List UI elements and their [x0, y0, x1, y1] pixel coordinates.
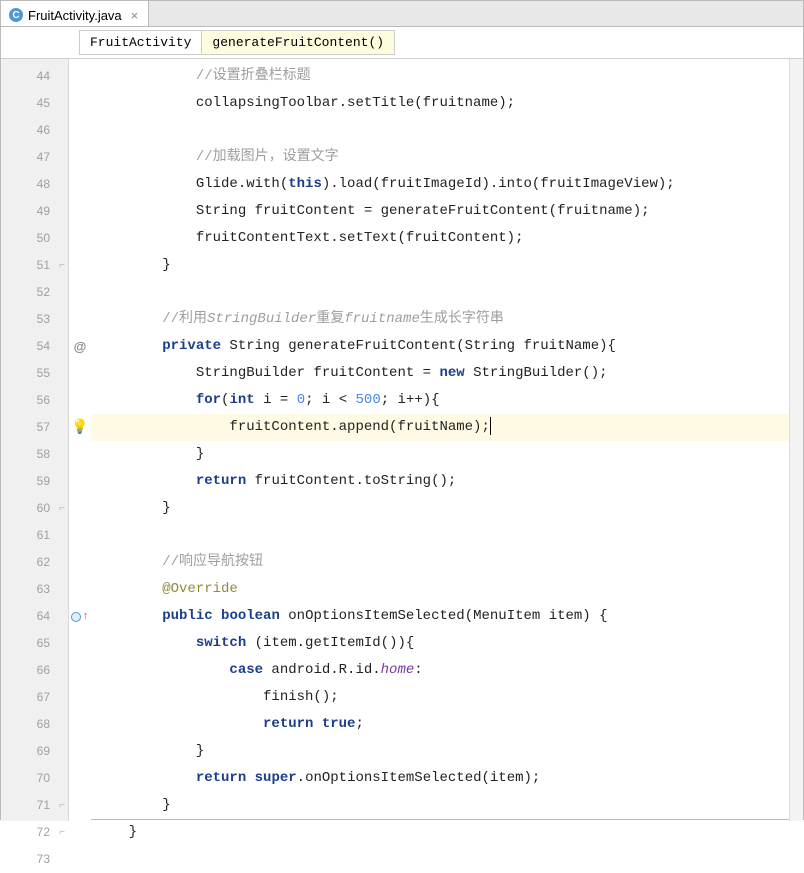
- code-line[interactable]: finish();: [91, 684, 789, 711]
- override-annotation-icon: @: [74, 339, 87, 354]
- java-class-icon: C: [9, 8, 23, 22]
- code-line[interactable]: private String generateFruitContent(Stri…: [91, 333, 789, 360]
- line-number-gutter: 4445464748495051⌐525354555657585960⌐6162…: [1, 59, 69, 821]
- fold-marker-icon[interactable]: ⌐: [59, 252, 65, 279]
- code-line[interactable]: return super.onOptionsItemSelected(item)…: [91, 765, 789, 792]
- fold-marker-icon[interactable]: ⌐: [59, 792, 65, 819]
- code-line[interactable]: Glide.with(this).load(fruitImageId).into…: [91, 171, 789, 198]
- code-editor[interactable]: 4445464748495051⌐525354555657585960⌐6162…: [1, 59, 803, 821]
- fold-marker-icon[interactable]: ⌐: [59, 819, 65, 846]
- code-line[interactable]: @Override: [91, 576, 789, 603]
- code-line[interactable]: }: [91, 252, 789, 279]
- code-line[interactable]: String fruitContent = generateFruitConte…: [91, 198, 789, 225]
- code-line[interactable]: //加载图片，设置文字: [91, 144, 789, 171]
- override-method-icon[interactable]: ↑: [71, 611, 89, 623]
- breadcrumb-method[interactable]: generateFruitContent(): [201, 30, 395, 55]
- tab-filename: FruitActivity.java: [28, 8, 122, 23]
- tab-bar: C FruitActivity.java ×: [1, 1, 803, 27]
- code-line[interactable]: return true;: [91, 711, 789, 738]
- code-line[interactable]: }: [91, 738, 789, 765]
- code-line[interactable]: //设置折叠栏标题: [91, 63, 789, 90]
- code-line[interactable]: [91, 522, 789, 549]
- scrollbar-rail[interactable]: [789, 59, 803, 821]
- code-area[interactable]: //设置折叠栏标题 collapsingToolbar.setTitle(fru…: [91, 59, 789, 821]
- code-line[interactable]: //利用StringBuilder重复fruitname生成长字符串: [91, 306, 789, 333]
- code-line[interactable]: for(int i = 0; i < 500; i++){: [91, 387, 789, 414]
- code-line[interactable]: collapsingToolbar.setTitle(fruitname);: [91, 90, 789, 117]
- breadcrumb-class[interactable]: FruitActivity: [79, 30, 202, 55]
- code-line[interactable]: }: [91, 819, 789, 846]
- code-line[interactable]: StringBuilder fruitContent = new StringB…: [91, 360, 789, 387]
- marker-gutter: @ 💡 ↑: [69, 59, 91, 821]
- lightbulb-icon[interactable]: 💡: [71, 419, 88, 436]
- code-line[interactable]: public boolean onOptionsItemSelected(Men…: [91, 603, 789, 630]
- code-line[interactable]: return fruitContent.toString();: [91, 468, 789, 495]
- code-line[interactable]: }: [91, 495, 789, 522]
- breadcrumb: FruitActivity generateFruitContent(): [1, 27, 803, 59]
- code-line[interactable]: switch (item.getItemId()){: [91, 630, 789, 657]
- code-line[interactable]: [91, 846, 789, 873]
- code-line[interactable]: fruitContent.append(fruitName);: [91, 414, 789, 441]
- code-line[interactable]: }: [91, 441, 789, 468]
- file-tab[interactable]: C FruitActivity.java ×: [1, 1, 149, 26]
- code-line[interactable]: fruitContentText.setText(fruitContent);: [91, 225, 789, 252]
- code-line[interactable]: [91, 279, 789, 306]
- code-line[interactable]: //响应导航按钮: [91, 549, 789, 576]
- code-line[interactable]: }: [91, 792, 789, 819]
- fold-marker-icon[interactable]: ⌐: [59, 495, 65, 522]
- code-line[interactable]: case android.R.id.home:: [91, 657, 789, 684]
- code-line[interactable]: [91, 117, 789, 144]
- close-icon[interactable]: ×: [131, 8, 139, 23]
